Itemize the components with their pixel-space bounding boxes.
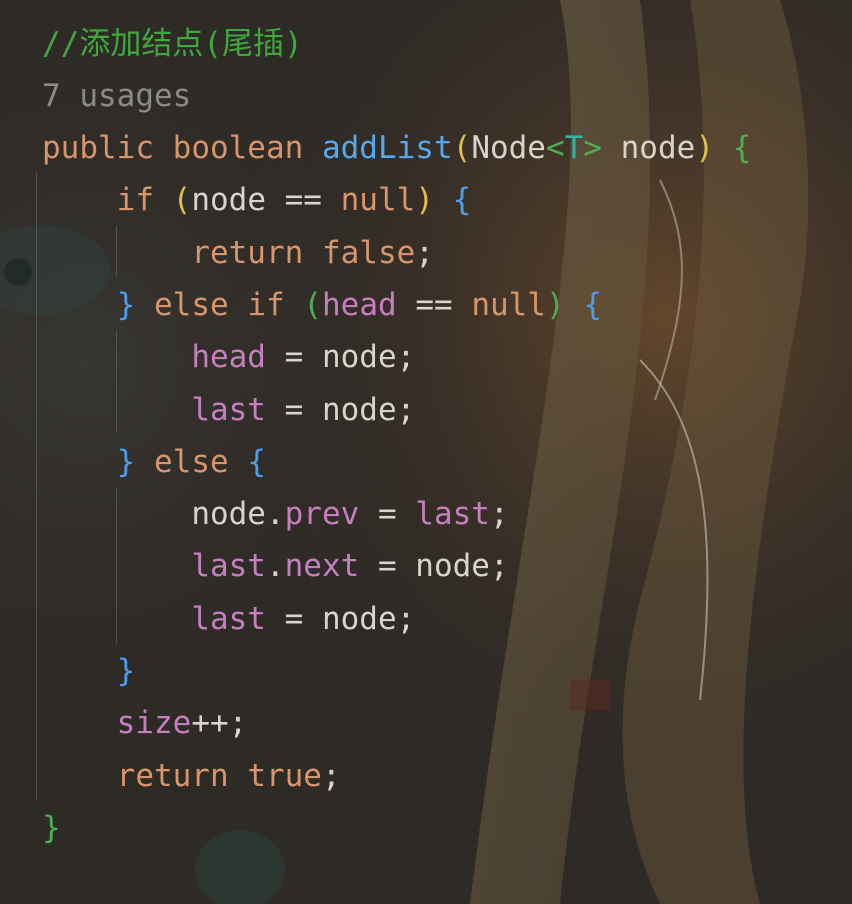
code-token: ) xyxy=(695,130,714,166)
code-token: last xyxy=(415,496,490,533)
code-token: { xyxy=(452,182,472,219)
code-token: < xyxy=(545,130,565,166)
code-token: = xyxy=(359,496,416,533)
code-token: = node; xyxy=(359,548,509,585)
code-line[interactable]: last = node; xyxy=(42,593,415,645)
code-line[interactable]: } else { xyxy=(42,436,266,488)
code-token: ( xyxy=(172,182,192,219)
code-token: } xyxy=(116,286,136,323)
code-line[interactable]: last.next = node; xyxy=(42,540,509,592)
code-line[interactable]: } else if (head == null) { xyxy=(42,279,602,331)
code-token: ; xyxy=(321,757,341,794)
code-token: null xyxy=(471,286,546,323)
code-token: } xyxy=(42,809,61,846)
code-token: == xyxy=(396,286,472,323)
code-token: = node; xyxy=(265,339,416,376)
code-token: return xyxy=(116,757,229,794)
code-token: = node; xyxy=(265,600,416,637)
code-token: else xyxy=(154,286,229,323)
code-token: prev xyxy=(284,496,360,533)
code-token: Node xyxy=(471,130,546,166)
code-token: last xyxy=(191,600,266,637)
code-token: = node; xyxy=(265,391,416,428)
code-token: { xyxy=(732,130,752,166)
code-line[interactable]: if (node == null) { xyxy=(42,174,472,226)
code-line[interactable]: size++; xyxy=(42,697,248,749)
code-line[interactable]: head = node; xyxy=(42,331,415,383)
code-token: } xyxy=(116,653,136,689)
code-token: ++; xyxy=(191,705,248,742)
code-token: node == xyxy=(191,182,341,219)
code-token: { xyxy=(583,286,602,323)
code-line[interactable]: node.prev = last; xyxy=(42,488,509,540)
code-token: false xyxy=(321,234,416,271)
code-line[interactable]: public boolean addList(Node<T> node) { xyxy=(42,122,751,174)
code-line[interactable]: } xyxy=(42,645,136,697)
code-token: last xyxy=(191,548,266,585)
indent-guide xyxy=(36,172,37,800)
code-line[interactable]: return true; xyxy=(42,750,341,802)
code-line[interactable]: last = node; xyxy=(42,384,415,436)
code-token: ; xyxy=(415,234,434,271)
code-token: > xyxy=(583,130,602,166)
code-line[interactable]: return false; xyxy=(42,227,434,279)
code-token: node. xyxy=(191,496,285,533)
code-token: boolean xyxy=(172,130,304,166)
code-token: true xyxy=(247,757,322,794)
code-token: return xyxy=(191,234,304,271)
code-token: ) xyxy=(415,182,434,219)
code-token: { xyxy=(247,443,266,480)
code-token: ( xyxy=(452,130,472,166)
code-token: next xyxy=(284,548,360,585)
code-token: ) xyxy=(545,286,565,323)
code-token: addList xyxy=(321,130,453,166)
code-token: T xyxy=(564,130,584,166)
code-token: else xyxy=(154,443,229,480)
code-line[interactable]: } xyxy=(42,802,61,854)
code-token: head xyxy=(191,339,266,376)
code-token: last xyxy=(191,391,266,428)
code-token: head xyxy=(322,286,397,323)
code-editor[interactable]: //添加结点(尾插) 7 usages public boolean addLi… xyxy=(0,0,852,904)
code-token: public xyxy=(42,130,154,166)
code-token: if xyxy=(247,286,285,323)
code-token: node xyxy=(601,130,696,166)
code-token: } xyxy=(116,443,136,480)
code-token: if xyxy=(116,182,154,219)
code-token: null xyxy=(340,182,416,219)
code-token: ( xyxy=(303,286,322,323)
usages-hint[interactable]: 7 usages xyxy=(42,70,191,122)
code-comment: //添加结点(尾插) xyxy=(42,26,303,62)
code-token: . xyxy=(265,548,285,585)
code-token: ; xyxy=(489,496,509,533)
code-token: size xyxy=(116,705,192,742)
